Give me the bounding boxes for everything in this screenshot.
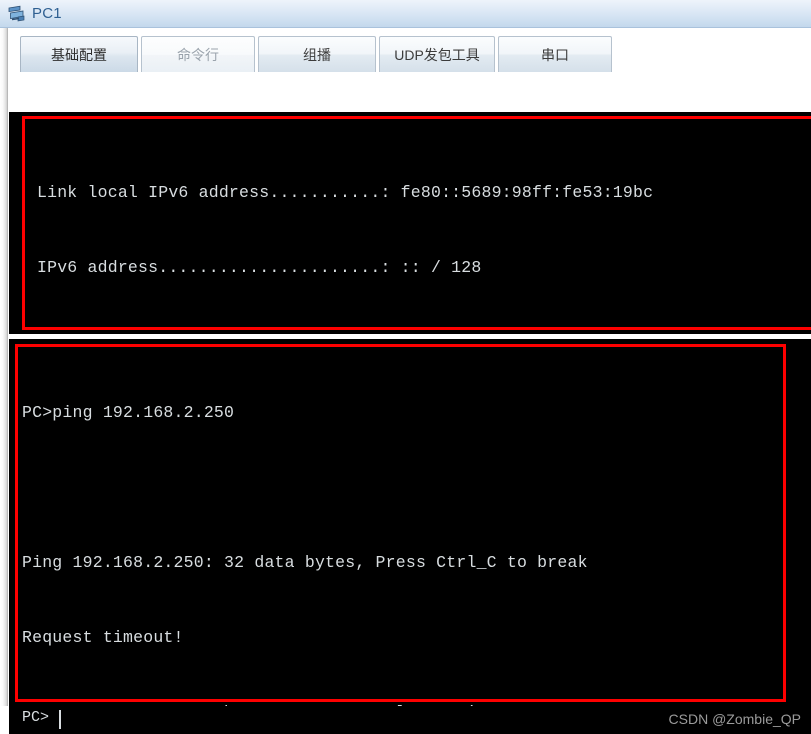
tab-serial-port[interactable]: 串口 [498, 36, 612, 72]
tab-strip: 基础配置 命令行 组播 UDP发包工具 串口 [9, 36, 811, 72]
console-line-blank [22, 475, 588, 500]
tab-basic-config-label: 基础配置 [51, 46, 107, 63]
tab-multicast[interactable]: 组播 [258, 36, 376, 72]
ip-config-lines: Link local IPv6 address...........: fe80… [37, 130, 653, 334]
text-cursor [59, 710, 61, 729]
tab-udp-tool-label: UDP发包工具 [394, 46, 480, 63]
ip-config-output-panel: Link local IPv6 address...........: fe80… [9, 112, 811, 334]
config-line: Link local IPv6 address...........: fe80… [37, 183, 654, 202]
tab-basic-config[interactable]: 基础配置 [20, 36, 138, 72]
command-prompt-row[interactable]: PC> CSDN @Zombie_QP [9, 706, 811, 734]
ping-console-lines: PC>ping 192.168.2.250 Ping 192.168.2.250… [22, 350, 588, 706]
tab-serial-port-label: 串口 [541, 46, 569, 63]
window-left-frame [0, 28, 8, 706]
pc-device-icon [8, 5, 25, 21]
config-line: IPv6 gateway......................: :: [37, 330, 653, 334]
window-title: PC1 [32, 5, 62, 22]
watermark-text: CSDN @Zombie_QP [668, 711, 801, 727]
config-line: IPv6 address......................: :: /… [37, 258, 482, 277]
tab-udp-tool[interactable]: UDP发包工具 [379, 36, 495, 72]
tab-multicast-label: 组播 [303, 46, 331, 63]
window-body: 基础配置 命令行 组播 UDP发包工具 串口 Link local IPv6 a… [0, 28, 811, 734]
window-titlebar: PC1 [0, 0, 811, 28]
console-line: Ping 192.168.2.250: 32 data bytes, Press… [22, 553, 588, 572]
pc1-window: PC1 基础配置 命令行 组播 UDP发包工具 串口 Link local IP… [0, 0, 811, 734]
console-line: PC>ping 192.168.2.250 [22, 403, 235, 422]
tab-command-line-label: 命令行 [177, 46, 219, 63]
console-line: Request timeout! [22, 628, 184, 647]
command-prompt-text: PC> [22, 709, 50, 726]
tab-command-line[interactable]: 命令行 [141, 36, 255, 72]
ping-console-panel[interactable]: PC>ping 192.168.2.250 Ping 192.168.2.250… [9, 339, 811, 706]
